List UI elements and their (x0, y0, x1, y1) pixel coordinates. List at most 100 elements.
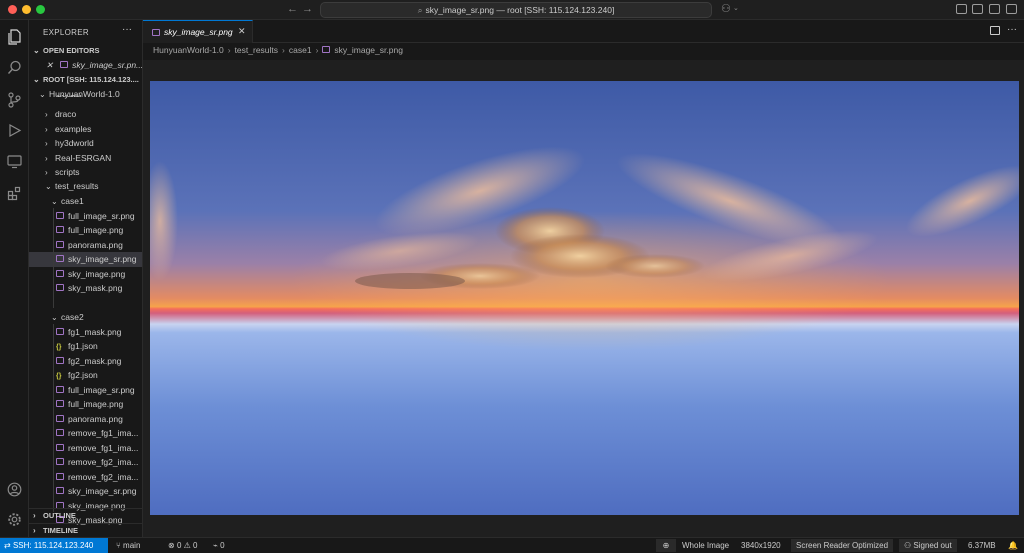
folder-case2[interactable]: ⌄ case2 (29, 310, 142, 325)
tree-item-label: draco (55, 109, 77, 119)
file-item[interactable]: full_image_sr.png (29, 209, 142, 224)
ports-indicator[interactable]: ⌁ 0 (213, 538, 225, 553)
file-item[interactable]: full_image_sr.png (29, 383, 142, 398)
json-file-icon: {} (56, 344, 62, 351)
editor-tab-bar: sky_image_sr.png ✕ ··· (143, 20, 1024, 43)
root-folder-header[interactable]: ⌄ ROOT [SSH: 115.124.123.... (29, 73, 142, 87)
files-icon[interactable] (5, 27, 24, 46)
folder-item[interactable]: › draco (29, 107, 142, 122)
outline-header[interactable]: › OUTLINE (29, 508, 142, 522)
search-icon[interactable] (5, 58, 24, 77)
file-item[interactable]: sky_image_sr.png (29, 252, 142, 267)
split-editor-icon[interactable] (990, 26, 1000, 35)
open-editors-header[interactable]: ⌄ OPEN EDITORS (29, 44, 142, 58)
file-item[interactable]: full_image.png (29, 223, 142, 238)
tree-item-label: fg1.json (68, 341, 98, 351)
chevron-down-icon[interactable]: ⌄ (733, 4, 739, 12)
back-arrow-icon[interactable]: ← (287, 3, 298, 15)
file-item[interactable]: fg2_mask.png (29, 354, 142, 369)
file-item[interactable]: remove_fg1_ima... (29, 426, 142, 441)
zoom-icon[interactable]: ⊕ (656, 539, 676, 552)
folder-case1[interactable]: ⌄ case1 (29, 194, 142, 209)
folder-item[interactable]: › examples (29, 122, 142, 137)
screen-reader-mode[interactable]: Screen Reader Optimized (791, 539, 894, 552)
file-item[interactable]: remove_fg2_ima... (29, 470, 142, 485)
maximize-window-button[interactable] (36, 5, 45, 14)
branch-indicator[interactable]: ⑂ main (116, 538, 140, 553)
image-file-icon (56, 240, 64, 248)
breadcrumb: HunyuanWorld-1.0 › test_results › case1 › sky_… (153, 45, 403, 57)
tree-item-label: sky_image_sr.png (68, 486, 137, 496)
minimize-window-button[interactable] (22, 5, 31, 14)
tree-indent-guide (53, 324, 54, 512)
tab-label: sky_image_sr.png (164, 27, 233, 37)
chevron-right-icon: › (33, 526, 36, 535)
image-file-icon (56, 327, 64, 335)
folder-docker[interactable]: docker (29, 95, 142, 102)
file-item[interactable]: {} fg2.json (29, 368, 142, 383)
file-item[interactable]: remove_fg2_ima... (29, 455, 142, 470)
file-item[interactable]: panorama.png (29, 238, 142, 253)
folder-test-results[interactable]: ⌄ test_results (29, 179, 142, 194)
toggle-sidebar-icon[interactable] (972, 4, 983, 14)
folder-item[interactable]: › Real-ESRGAN (29, 151, 142, 166)
tree-indent-guide (53, 208, 54, 308)
more-actions-icon[interactable]: ··· (122, 24, 132, 35)
image-file-icon (56, 211, 64, 219)
file-item[interactable]: sky_image.png (29, 267, 142, 282)
account-status[interactable]: ⚇ Signed out (899, 539, 957, 552)
error-icon: ⊗ (168, 541, 175, 550)
problems-indicator[interactable]: ⊗ 0 ⚠ 0 (168, 538, 197, 553)
breadcrumb-item[interactable]: sky_image_sr.png (334, 45, 403, 55)
image-file-icon (56, 284, 64, 292)
close-window-button[interactable] (8, 5, 17, 14)
source-control-icon[interactable] (5, 90, 24, 109)
toggle-secondary-sidebar-icon[interactable] (1006, 4, 1017, 14)
remote-explorer-icon[interactable] (5, 152, 24, 171)
folder-item[interactable]: › scripts (29, 165, 142, 180)
file-item[interactable]: {} fg1.json (29, 339, 142, 354)
image-file-icon (56, 429, 64, 437)
forward-arrow-icon[interactable]: → (302, 3, 313, 15)
tab-sky-image-sr[interactable]: sky_image_sr.png ✕ (143, 20, 253, 43)
zoom-level[interactable]: Whole Image (682, 538, 729, 553)
customize-layout-icon[interactable] (956, 4, 967, 14)
tree-item-label: sky_image_sr.png (68, 254, 137, 264)
file-item[interactable]: fg1_mask.png (29, 325, 142, 340)
tree-item-label: remove_fg1_ima... (68, 442, 139, 453)
close-icon[interactable]: ✕ (46, 60, 53, 70)
account-icon[interactable] (5, 480, 24, 499)
file-item[interactable]: sky_mask.png (29, 281, 142, 296)
sky-panorama-image[interactable] (150, 81, 1019, 515)
open-editor-item[interactable]: ✕ sky_image_sr.pn... (29, 58, 142, 73)
file-item[interactable]: full_image.png (29, 397, 142, 412)
file-item[interactable]: remove_fg1_ima... (29, 441, 142, 456)
image-file-icon (56, 385, 64, 393)
activity-bar (0, 20, 29, 537)
window-title: sky_image_sr.png — root [SSH: 115.124.12… (425, 5, 615, 15)
breadcrumb-item[interactable]: HunyuanWorld-1.0 (153, 45, 224, 55)
more-actions-icon[interactable]: ··· (1007, 24, 1017, 35)
copilot-icon[interactable]: ⚇ (721, 2, 731, 15)
file-item[interactable]: sky_image_sr.png (29, 484, 142, 499)
folder-item[interactable]: › hy3dworld (29, 136, 142, 151)
file-item[interactable]: panorama.png (29, 412, 142, 427)
timeline-header[interactable]: › TIMELINE (29, 523, 142, 537)
manage-gear-icon[interactable] (5, 510, 24, 529)
toggle-panel-icon[interactable] (989, 4, 1000, 14)
close-icon[interactable]: ✕ (238, 26, 246, 37)
notifications-bell-icon[interactable]: 🔔 (1008, 538, 1018, 553)
image-file-icon (60, 61, 69, 69)
chevron-right-icon: › (227, 45, 231, 55)
image-file-icon (56, 458, 64, 466)
extensions-icon[interactable] (5, 184, 24, 203)
run-debug-icon[interactable] (5, 121, 24, 140)
file-size: 6.37MB (968, 541, 996, 550)
breadcrumb-item[interactable]: case1 (289, 45, 312, 55)
tree-item-label: sky_mask.png (68, 283, 123, 293)
remote-indicator[interactable]: ⇄ SSH: 115.124.123.240 (0, 538, 108, 553)
tree-item-label: scripts (55, 167, 80, 177)
tree-item-label: full_image.png (68, 225, 124, 235)
command-center[interactable]: ⌕ sky_image_sr.png — root [SSH: 115.124.1… (320, 2, 712, 18)
breadcrumb-item[interactable]: test_results (235, 45, 278, 55)
